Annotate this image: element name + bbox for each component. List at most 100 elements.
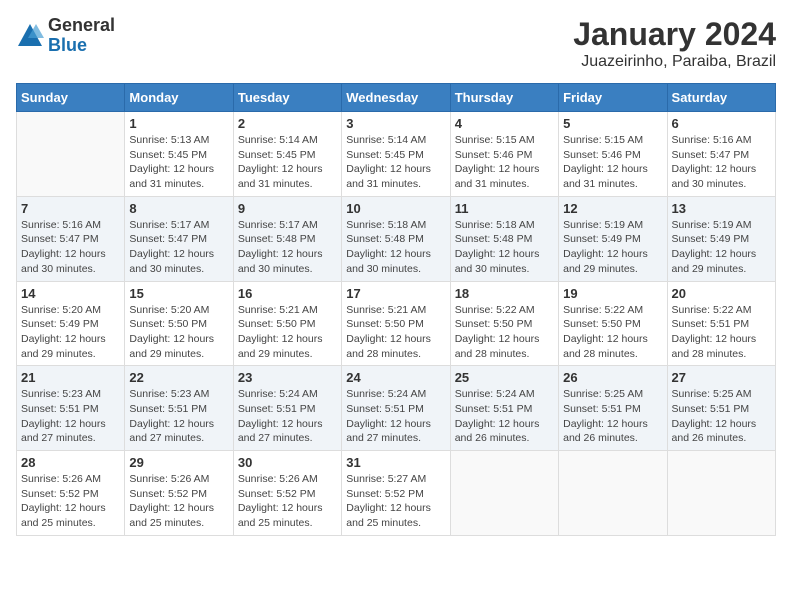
calendar-week-row: 14Sunrise: 5:20 AM Sunset: 5:49 PM Dayli… xyxy=(17,281,776,366)
day-number: 16 xyxy=(238,286,337,301)
day-of-week-header: Saturday xyxy=(667,84,775,112)
day-info: Sunrise: 5:24 AM Sunset: 5:51 PM Dayligh… xyxy=(346,387,445,446)
day-number: 13 xyxy=(672,201,771,216)
day-number: 20 xyxy=(672,286,771,301)
day-info: Sunrise: 5:22 AM Sunset: 5:50 PM Dayligh… xyxy=(563,303,662,362)
calendar-cell: 2 Sunrise: 5:14 AM Sunset: 5:45 PM Daylig… xyxy=(233,112,341,197)
day-info: Sunrise: 5:14 AM Sunset: 5:45 PM Dayligh… xyxy=(346,133,445,192)
calendar-cell: 4Sunrise: 5:15 AM Sunset: 5:46 PM Daylig… xyxy=(450,112,558,197)
calendar-cell: 18 Sunrise: 5:22 AM Sunset: 5:50 PM Dayli… xyxy=(450,281,558,366)
calendar-cell: 28Sunrise: 5:26 AM Sunset: 5:52 PM Dayli… xyxy=(17,451,125,536)
day-info: Sunrise: 5:26 AM Sunset: 5:52 PM Dayligh… xyxy=(238,472,337,531)
calendar-cell: 16 Sunrise: 5:21 AM Sunset: 5:50 PM Dayli… xyxy=(233,281,341,366)
day-info: Sunrise: 5:24 AM Sunset: 5:51 PM Dayligh… xyxy=(238,387,337,446)
calendar-cell: 19 Sunrise: 5:22 AM Sunset: 5:50 PM Dayli… xyxy=(559,281,667,366)
day-number: 22 xyxy=(129,370,228,385)
day-info: Sunrise: 5:23 AM Sunset: 5:51 PM Dayligh… xyxy=(129,387,228,446)
day-number: 26 xyxy=(563,370,662,385)
day-info: Sunrise: 5:15 AM Sunset: 5:46 PM Dayligh… xyxy=(563,133,662,192)
calendar-cell: 12Sunrise: 5:19 AM Sunset: 5:49 PM Dayli… xyxy=(559,196,667,281)
day-number: 21 xyxy=(21,370,120,385)
calendar-cell: 13 Sunrise: 5:19 AM Sunset: 5:49 PM Dayli… xyxy=(667,196,775,281)
calendar-cell: 27 Sunrise: 5:25 AM Sunset: 5:51 PM Dayli… xyxy=(667,366,775,451)
calendar-cell: 3 Sunrise: 5:14 AM Sunset: 5:45 PM Daylig… xyxy=(342,112,450,197)
day-info: Sunrise: 5:15 AM Sunset: 5:46 PM Dayligh… xyxy=(455,133,554,192)
day-number: 6 xyxy=(672,116,771,131)
day-of-week-header: Thursday xyxy=(450,84,558,112)
day-info: Sunrise: 5:27 AM Sunset: 5:52 PM Dayligh… xyxy=(346,472,445,531)
day-number: 30 xyxy=(238,455,337,470)
calendar-title: January 2024 xyxy=(573,16,776,53)
day-info: Sunrise: 5:14 AM Sunset: 5:45 PM Dayligh… xyxy=(238,133,337,192)
calendar-cell: 20 Sunrise: 5:22 AM Sunset: 5:51 PM Dayli… xyxy=(667,281,775,366)
day-number: 1 xyxy=(129,116,228,131)
calendar-cell: 29Sunrise: 5:26 AM Sunset: 5:52 PM Dayli… xyxy=(125,451,233,536)
day-number: 12 xyxy=(563,201,662,216)
day-number: 8 xyxy=(129,201,228,216)
calendar-week-row: 28Sunrise: 5:26 AM Sunset: 5:52 PM Dayli… xyxy=(17,451,776,536)
calendar-cell: 30 Sunrise: 5:26 AM Sunset: 5:52 PM Dayli… xyxy=(233,451,341,536)
logo-blue-text: Blue xyxy=(48,35,87,55)
day-info: Sunrise: 5:20 AM Sunset: 5:50 PM Dayligh… xyxy=(129,303,228,362)
calendar-cell xyxy=(667,451,775,536)
day-info: Sunrise: 5:19 AM Sunset: 5:49 PM Dayligh… xyxy=(672,218,771,277)
day-number: 11 xyxy=(455,201,554,216)
day-number: 3 xyxy=(346,116,445,131)
calendar-table: SundayMondayTuesdayWednesdayThursdayFrid… xyxy=(16,83,776,536)
day-number: 19 xyxy=(563,286,662,301)
day-info: Sunrise: 5:24 AM Sunset: 5:51 PM Dayligh… xyxy=(455,387,554,446)
calendar-cell: 9Sunrise: 5:17 AM Sunset: 5:48 PM Daylig… xyxy=(233,196,341,281)
day-info: Sunrise: 5:26 AM Sunset: 5:52 PM Dayligh… xyxy=(21,472,120,531)
day-number: 2 xyxy=(238,116,337,131)
calendar-cell: 11Sunrise: 5:18 AM Sunset: 5:48 PM Dayli… xyxy=(450,196,558,281)
calendar-cell xyxy=(450,451,558,536)
day-info: Sunrise: 5:21 AM Sunset: 5:50 PM Dayligh… xyxy=(238,303,337,362)
day-info: Sunrise: 5:20 AM Sunset: 5:49 PM Dayligh… xyxy=(21,303,120,362)
day-number: 31 xyxy=(346,455,445,470)
day-number: 15 xyxy=(129,286,228,301)
day-info: Sunrise: 5:25 AM Sunset: 5:51 PM Dayligh… xyxy=(672,387,771,446)
day-info: Sunrise: 5:16 AM Sunset: 5:47 PM Dayligh… xyxy=(21,218,120,277)
day-info: Sunrise: 5:23 AM Sunset: 5:51 PM Dayligh… xyxy=(21,387,120,446)
day-number: 23 xyxy=(238,370,337,385)
logo-icon xyxy=(16,22,44,50)
day-of-week-header: Tuesday xyxy=(233,84,341,112)
calendar-cell: 6 Sunrise: 5:16 AM Sunset: 5:47 PM Daylig… xyxy=(667,112,775,197)
day-info: Sunrise: 5:18 AM Sunset: 5:48 PM Dayligh… xyxy=(346,218,445,277)
title-block: January 2024 Juazeirinho, Paraiba, Brazi… xyxy=(573,16,776,71)
day-info: Sunrise: 5:16 AM Sunset: 5:47 PM Dayligh… xyxy=(672,133,771,192)
calendar-cell xyxy=(559,451,667,536)
day-of-week-header: Sunday xyxy=(17,84,125,112)
day-of-week-header: Wednesday xyxy=(342,84,450,112)
day-info: Sunrise: 5:22 AM Sunset: 5:50 PM Dayligh… xyxy=(455,303,554,362)
calendar-cell: 25 Sunrise: 5:24 AM Sunset: 5:51 PM Dayli… xyxy=(450,366,558,451)
day-number: 25 xyxy=(455,370,554,385)
day-info: Sunrise: 5:26 AM Sunset: 5:52 PM Dayligh… xyxy=(129,472,228,531)
day-number: 27 xyxy=(672,370,771,385)
calendar-cell: 23 Sunrise: 5:24 AM Sunset: 5:51 PM Dayli… xyxy=(233,366,341,451)
day-number: 24 xyxy=(346,370,445,385)
calendar-cell: 10Sunrise: 5:18 AM Sunset: 5:48 PM Dayli… xyxy=(342,196,450,281)
calendar-cell: 5 Sunrise: 5:15 AM Sunset: 5:46 PM Daylig… xyxy=(559,112,667,197)
day-of-week-header: Friday xyxy=(559,84,667,112)
day-of-week-header: Monday xyxy=(125,84,233,112)
logo-general-text: General xyxy=(48,15,115,35)
calendar-cell: 7 Sunrise: 5:16 AM Sunset: 5:47 PM Daylig… xyxy=(17,196,125,281)
day-number: 18 xyxy=(455,286,554,301)
calendar-subtitle: Juazeirinho, Paraiba, Brazil xyxy=(573,53,776,71)
day-info: Sunrise: 5:21 AM Sunset: 5:50 PM Dayligh… xyxy=(346,303,445,362)
calendar-cell: 31 Sunrise: 5:27 AM Sunset: 5:52 PM Dayli… xyxy=(342,451,450,536)
day-number: 5 xyxy=(563,116,662,131)
calendar-cell: 15 Sunrise: 5:20 AM Sunset: 5:50 PM Dayli… xyxy=(125,281,233,366)
calendar-cell: 17 Sunrise: 5:21 AM Sunset: 5:50 PM Dayli… xyxy=(342,281,450,366)
calendar-cell: 8Sunrise: 5:17 AM Sunset: 5:47 PM Daylig… xyxy=(125,196,233,281)
calendar-cell: 21 Sunrise: 5:23 AM Sunset: 5:51 PM Dayli… xyxy=(17,366,125,451)
calendar-week-row: 1Sunrise: 5:13 AM Sunset: 5:45 PM Daylig… xyxy=(17,112,776,197)
calendar-cell: 1Sunrise: 5:13 AM Sunset: 5:45 PM Daylig… xyxy=(125,112,233,197)
calendar-cell: 14Sunrise: 5:20 AM Sunset: 5:49 PM Dayli… xyxy=(17,281,125,366)
day-info: Sunrise: 5:22 AM Sunset: 5:51 PM Dayligh… xyxy=(672,303,771,362)
day-number: 7 xyxy=(21,201,120,216)
calendar-week-row: 7 Sunrise: 5:16 AM Sunset: 5:47 PM Daylig… xyxy=(17,196,776,281)
day-number: 17 xyxy=(346,286,445,301)
day-info: Sunrise: 5:25 AM Sunset: 5:51 PM Dayligh… xyxy=(563,387,662,446)
